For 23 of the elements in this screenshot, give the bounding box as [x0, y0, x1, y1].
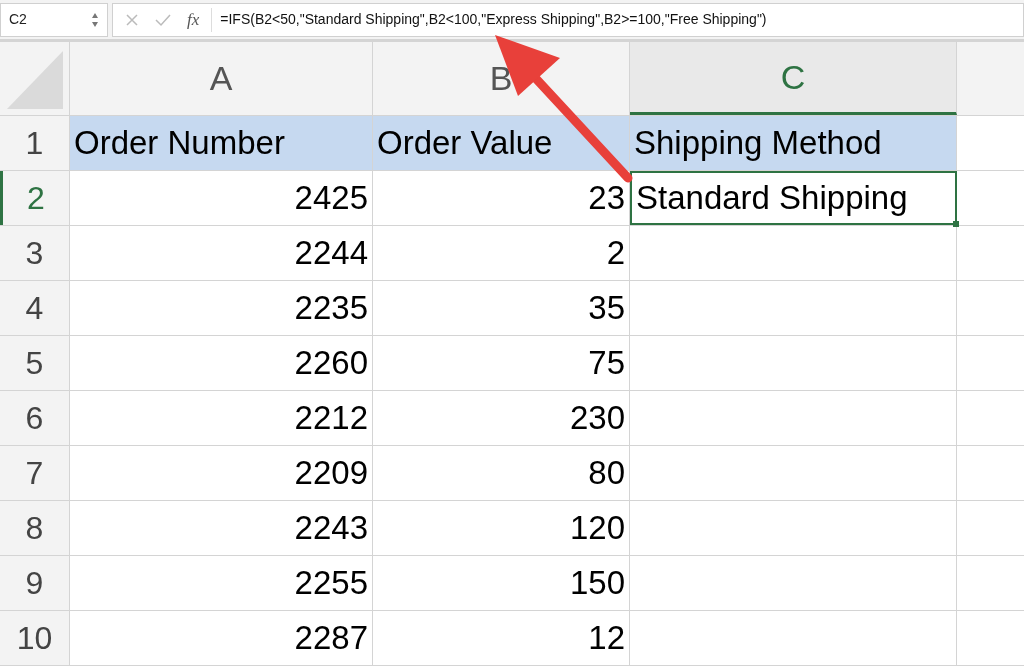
row-header[interactable]: 1 [0, 116, 70, 170]
row-header[interactable]: 3 [0, 226, 70, 280]
row-header[interactable]: 6 [0, 391, 70, 445]
name-box[interactable]: C2 [0, 2, 108, 37]
row-header[interactable]: 4 [0, 281, 70, 335]
row-header[interactable]: 8 [0, 501, 70, 555]
fill-handle[interactable] [953, 221, 959, 227]
stepper-icon [91, 11, 99, 28]
header-cell: Shipping Method [630, 116, 957, 170]
column-header[interactable]: A [70, 42, 373, 115]
row-header[interactable]: 10 [0, 611, 70, 665]
row-header[interactable]: 9 [0, 556, 70, 610]
check-icon[interactable] [155, 12, 171, 27]
column-header[interactable]: C [630, 42, 957, 115]
row-header[interactable]: 7 [0, 446, 70, 500]
row-header[interactable]: 5 [0, 336, 70, 390]
header-cell: Order Number [70, 116, 373, 170]
header-cell: Order Value [373, 116, 630, 170]
function-icon[interactable]: fx [187, 6, 200, 33]
formula-text[interactable]: =IFS(B2<50,"Standard Shipping",B2<100,"Express Shipping",B2>=100,"Free Shipping") [220, 9, 767, 30]
table-cell: Standard Shipping [630, 171, 957, 225]
cancel-icon[interactable] [125, 12, 139, 27]
row-header[interactable]: 2 [0, 171, 70, 225]
